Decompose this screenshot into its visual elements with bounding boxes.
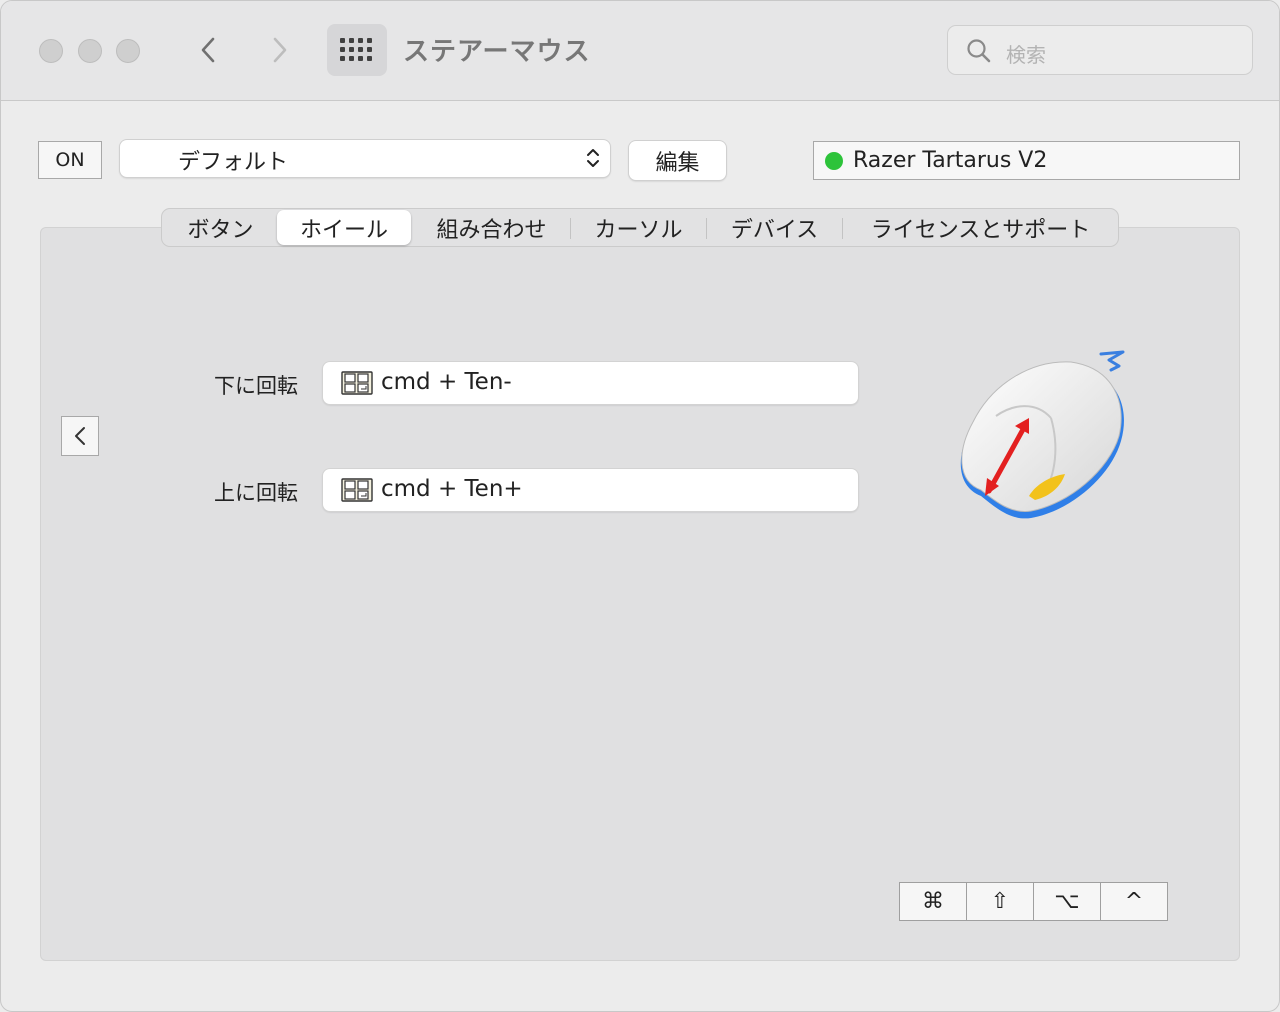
command-key-button[interactable]: ⌘	[899, 882, 967, 921]
edit-button[interactable]: 編集	[629, 141, 726, 180]
control-key-button[interactable]: ^	[1100, 882, 1168, 921]
option-key-button[interactable]: ⌥	[1033, 882, 1101, 921]
preset-value: デフォルト	[178, 150, 289, 175]
chevron-up-down-icon	[586, 147, 600, 173]
on-toggle-button[interactable]: ON	[38, 141, 102, 179]
search-placeholder: 検索	[1006, 43, 1046, 67]
command-key-icon: ⌘	[922, 889, 944, 914]
chevron-left-icon	[201, 37, 215, 63]
content-panel	[40, 227, 1240, 961]
search-field[interactable]: 検索	[947, 25, 1253, 75]
zoom-window-button[interactable]	[116, 39, 140, 63]
keyboard-shortcut-icon	[341, 478, 373, 506]
forward-nav-button[interactable]	[260, 29, 300, 71]
show-all-preferences-button[interactable]	[327, 24, 387, 76]
title-bar: ステアーマウス 検索	[1, 1, 1279, 101]
tab-license-support[interactable]: ライセンスとサポート	[843, 209, 1118, 246]
option-key-icon: ⌥	[1054, 889, 1080, 914]
chevron-right-icon	[273, 37, 287, 63]
scroll-up-action-value: cmd + Ten+	[381, 476, 523, 502]
chevron-left-icon	[75, 427, 85, 445]
window-title: ステアーマウス	[403, 37, 591, 67]
search-icon	[966, 38, 992, 68]
scroll-down-action-value: cmd + Ten-	[381, 369, 512, 395]
keyboard-shortcut-icon	[341, 371, 373, 399]
tab-chords[interactable]: 組み合わせ	[414, 209, 569, 246]
tab-wheel[interactable]: ホイール	[277, 210, 411, 245]
back-nav-button[interactable]	[188, 29, 228, 71]
tab-buttons[interactable]: ボタン	[164, 209, 277, 246]
grid-icon	[340, 38, 372, 61]
close-window-button[interactable]	[39, 39, 63, 63]
scroll-down-label: 下に回転	[214, 374, 298, 398]
tab-devices[interactable]: デバイス	[707, 209, 842, 246]
app-window: ステアーマウス 検索 ON デフォルト 編集 Razer Tartarus V2	[0, 0, 1280, 1012]
preset-select[interactable]: デフォルト	[120, 140, 610, 177]
control-key-icon: ^	[1124, 889, 1144, 914]
device-select[interactable]: Razer Tartarus V2	[813, 141, 1240, 180]
device-name: Razer Tartarus V2	[853, 148, 1048, 173]
device-status-indicator	[825, 152, 843, 170]
mouse-icon	[960, 350, 1125, 519]
modifier-keys-bar: ⌘ ⇧ ⌥ ^	[899, 882, 1168, 921]
mouse-wheel-illustration	[951, 346, 1131, 530]
collapse-button[interactable]	[61, 416, 99, 456]
shift-key-button[interactable]: ⇧	[966, 882, 1034, 921]
scroll-up-action-field[interactable]: cmd + Ten+	[323, 469, 858, 511]
scroll-up-label: 上に回転	[214, 481, 298, 505]
tab-bar: ボタン ホイール 組み合わせ カーソル デバイス ライセンスとサポート	[161, 208, 1119, 247]
scroll-down-action-field[interactable]: cmd + Ten-	[323, 362, 858, 404]
tab-cursor[interactable]: カーソル	[571, 209, 706, 246]
minimize-window-button[interactable]	[78, 39, 102, 63]
shift-key-icon: ⇧	[990, 889, 1010, 914]
